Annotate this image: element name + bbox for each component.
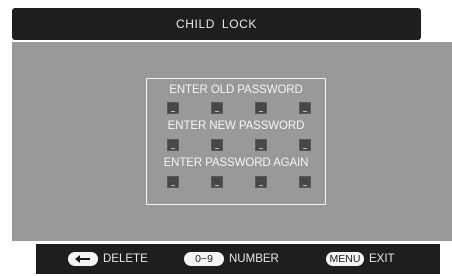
confirm-password-digit-2[interactable]: [211, 176, 223, 188]
footer-hint-bar: DELETE 0~9 NUMBER MENU EXIT: [36, 244, 440, 274]
left-arrow-icon: [75, 255, 90, 263]
new-password-digits[interactable]: [167, 139, 311, 151]
child-lock-screen: CHILD LOCK ENTER OLD PASSWORD ENTER NEW …: [0, 0, 452, 276]
title-bar: CHILD LOCK: [12, 8, 421, 40]
confirm-password-digit-3[interactable]: [255, 176, 267, 188]
new-password-digit-3[interactable]: [255, 139, 267, 151]
new-password-label: ENTER NEW PASSWORD: [167, 120, 305, 132]
new-password-digit-1[interactable]: [167, 139, 179, 151]
menu-key-label: MENU: [329, 253, 361, 265]
page-title: CHILD LOCK: [175, 17, 258, 31]
menu-key[interactable]: MENU: [326, 252, 364, 266]
old-password-digit-1[interactable]: [167, 102, 179, 114]
exit-label: EXIT: [369, 253, 395, 265]
confirm-password-digit-4[interactable]: [299, 176, 311, 188]
confirm-password-digit-1[interactable]: [167, 176, 179, 188]
number-key-label: 0~9: [195, 253, 213, 265]
exit-hint[interactable]: MENU EXIT: [326, 244, 395, 274]
delete-hint[interactable]: DELETE: [68, 244, 148, 274]
number-hint[interactable]: 0~9 NUMBER: [184, 244, 279, 274]
old-password-digit-3[interactable]: [255, 102, 267, 114]
new-password-digit-2[interactable]: [211, 139, 223, 151]
delete-key[interactable]: [68, 252, 98, 266]
confirm-password-digits[interactable]: [167, 176, 311, 188]
new-password-digit-4[interactable]: [299, 139, 311, 151]
old-password-digit-2[interactable]: [211, 102, 223, 114]
password-dialog: ENTER OLD PASSWORD ENTER NEW PASSWORD EN…: [146, 78, 326, 205]
delete-label: DELETE: [103, 253, 148, 265]
old-password-label: ENTER OLD PASSWORD: [169, 84, 303, 96]
number-key[interactable]: 0~9: [184, 252, 224, 266]
old-password-digits[interactable]: [167, 102, 311, 114]
main-panel: ENTER OLD PASSWORD ENTER NEW PASSWORD EN…: [12, 42, 452, 241]
number-label: NUMBER: [229, 253, 279, 265]
confirm-password-label: ENTER PASSWORD AGAIN: [163, 157, 309, 169]
old-password-digit-4[interactable]: [299, 102, 311, 114]
